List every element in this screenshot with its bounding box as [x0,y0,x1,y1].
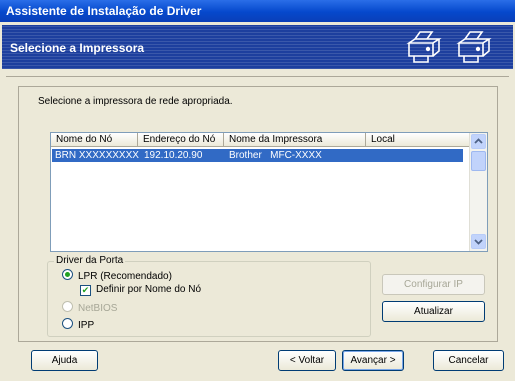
node-address-cell: 192.10.20.90 [144,150,203,161]
list-header: Nome do Nó Endereço do Nó Nome da Impres… [51,133,470,147]
define-by-node-name-label: Definir por Nome do Nó [96,284,202,295]
printer-row[interactable]: BRN XXXXXXXXX 192.10.20.90 Brother MFC-X… [52,149,463,162]
window-title-bar: Assistente de Instalação de Driver [0,0,515,22]
radio-ipp-label: IPP [78,320,95,331]
instruction-text: Selecione a impressora de rede apropriad… [38,96,233,107]
separator [6,76,509,77]
banner-title: Selecione a Impressora [10,41,145,55]
column-header-printer-name[interactable]: Nome da Impressora [224,133,366,147]
scroll-down-button[interactable] [471,234,486,249]
column-header-node-address[interactable]: Endereço do Nó [138,133,224,147]
help-button[interactable]: Ajuda [31,350,98,371]
checkmark-icon: ✔ [80,285,91,296]
radio-netbios[interactable]: NetBIOS [62,301,117,315]
radio-button-icon [62,301,73,312]
window-title: Assistente de Instalação de Driver [6,4,202,18]
node-name-cell: BRN XXXXXXXXX [55,150,139,161]
radio-button-icon [62,318,73,329]
column-header-node-name[interactable]: Nome do Nó [51,133,138,147]
chevron-down-icon [474,239,483,245]
scroll-up-button[interactable] [471,134,486,149]
port-driver-group-title: Driver da Porta [54,255,126,266]
back-button[interactable]: < Voltar [278,350,336,371]
configure-ip-button[interactable]: Configurar IP [382,274,485,295]
printer-list[interactable]: Nome do Nó Endereço do Nó Nome da Impres… [50,132,488,252]
radio-netbios-label: NetBIOS [78,303,118,314]
printer-name-cell: Brother MFC-XXXX [229,150,322,161]
define-by-node-name-checkbox[interactable]: ✔ Definir por Nome do Nó [80,284,201,296]
chevron-up-icon [474,138,483,144]
printer-icon [456,31,492,63]
radio-ipp[interactable]: IPP [62,318,94,332]
scroll-thumb[interactable] [471,151,486,171]
next-button[interactable]: Avançar > [342,350,404,371]
radio-lpr[interactable]: LPR (Recomendado) [62,269,172,283]
cancel-button[interactable]: Cancelar [433,350,504,371]
header-banner: Selecione a Impressora [2,25,513,69]
radio-button-icon [62,269,73,280]
refresh-button[interactable]: Atualizar [382,301,485,322]
vertical-scrollbar[interactable] [469,133,487,251]
column-header-location[interactable]: Local [366,133,470,147]
radio-lpr-label: LPR (Recomendado) [78,271,172,282]
printer-icon [406,31,442,63]
